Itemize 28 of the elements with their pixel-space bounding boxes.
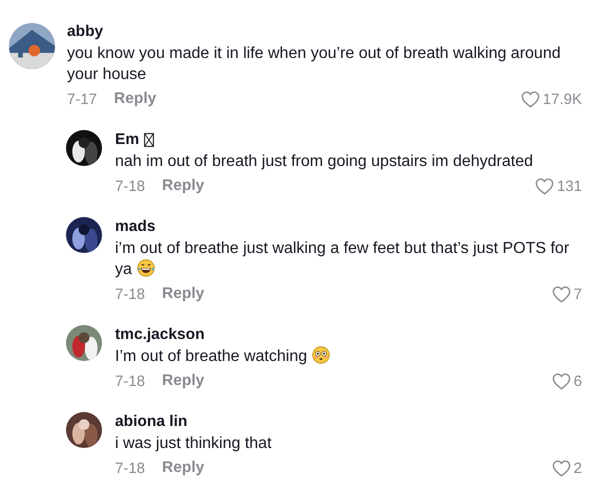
comment-date: 7-18 bbox=[115, 372, 146, 390]
flushed-face-icon bbox=[312, 346, 330, 364]
comment-date: 7-18 bbox=[115, 178, 146, 194]
comment-text: i was just thinking that bbox=[115, 434, 273, 454]
heart-icon[interactable] bbox=[534, 178, 554, 194]
laughing-face-icon bbox=[136, 259, 155, 277]
comment-text: I’m out of breathe watching bbox=[115, 346, 582, 367]
missing-glyph-icon bbox=[144, 133, 154, 147]
username[interactable]: abiona lin bbox=[115, 412, 188, 432]
like-count: 6 bbox=[574, 372, 582, 390]
comment-date: 7-18 bbox=[115, 286, 146, 302]
username[interactable]: Em bbox=[115, 130, 140, 150]
like-count: 131 bbox=[556, 178, 582, 194]
comment-text: i’m out of breathe just walking a few feet but that’s just POTS for ya bbox=[115, 239, 570, 280]
comment-text: you know you made it in life when you’re out of breath walking around your house bbox=[67, 44, 562, 85]
like-count: 2 bbox=[574, 460, 582, 476]
comment-date: 7-17 bbox=[67, 90, 98, 108]
comment-date: 7-18 bbox=[115, 460, 146, 476]
heart-icon[interactable] bbox=[552, 460, 571, 476]
like-count: 17.9K bbox=[542, 90, 582, 108]
like-count: 7 bbox=[574, 286, 582, 302]
heart-icon[interactable] bbox=[552, 286, 571, 302]
heart-icon[interactable] bbox=[552, 372, 571, 390]
heart-icon[interactable] bbox=[520, 90, 540, 108]
comment-text: nah im out of breath just from going upstairs im dehydrated bbox=[115, 152, 534, 172]
username[interactable]: tmc.jackson bbox=[115, 325, 205, 345]
username[interactable]: mads bbox=[115, 217, 156, 237]
username[interactable]: abby bbox=[67, 22, 582, 42]
